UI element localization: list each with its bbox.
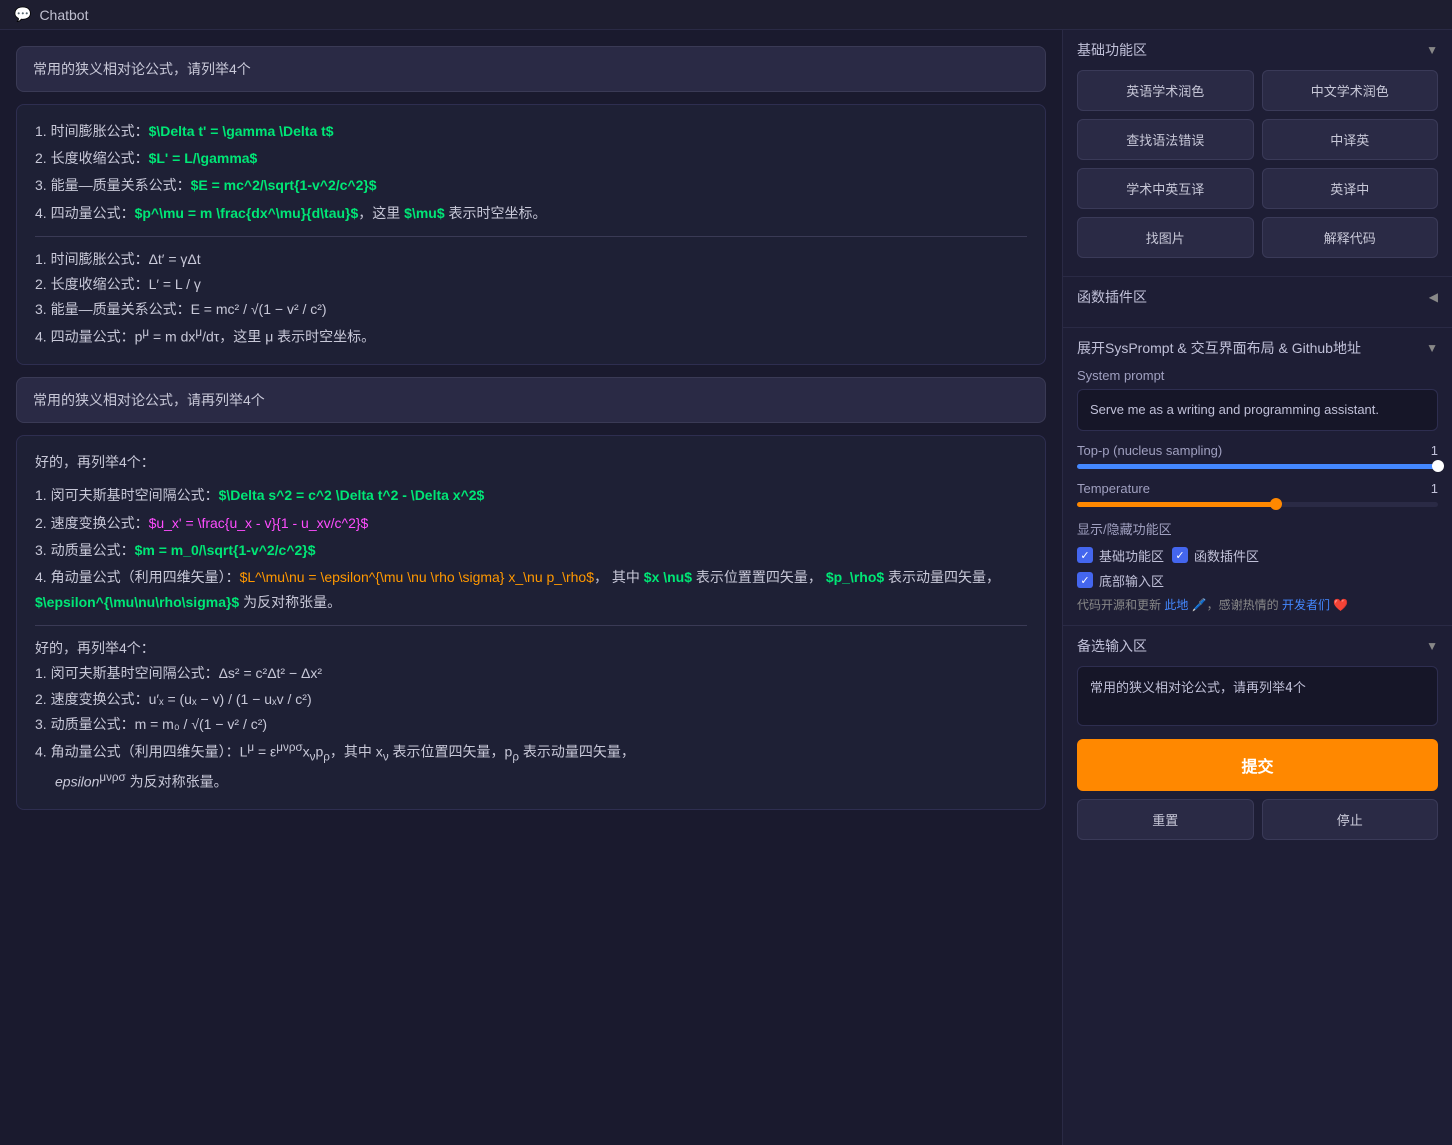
formula-green-2: $L' = L/\gamma$ xyxy=(149,150,258,166)
sysprompt-header[interactable]: 展开SysPrompt & 交互界面布局 & Github地址 ▼ xyxy=(1077,338,1438,358)
temperature-value: 1 xyxy=(1431,481,1438,496)
assistant-message-2: 好的，再列举4个： 1. 闵可夫斯基时空间隔公式：$\Delta s^2 = c… xyxy=(16,435,1046,810)
backup-arrow: ▼ xyxy=(1426,639,1438,653)
user-message-2: 常用的狭义相对论公式，请再列举4个 xyxy=(16,377,1046,423)
btn-academic-translate[interactable]: 学术中英互译 xyxy=(1077,168,1254,209)
checkbox-plugin-label: 函数插件区 xyxy=(1194,546,1259,565)
assistant-message-1: 1. 时间膨胀公式：$\Delta t' = \gamma \Delta t$ … xyxy=(16,104,1046,365)
btn-en-to-zh[interactable]: 英译中 xyxy=(1262,168,1439,209)
main-layout: 常用的狭义相对论公式，请列举4个 1. 时间膨胀公式：$\Delta t' = … xyxy=(0,30,1452,1145)
footer-link2[interactable]: 开发者们 xyxy=(1282,598,1330,612)
formula-line-2: 2. 长度收缩公式：$L' = L/\gamma$ xyxy=(35,146,1027,171)
rendered-2: 好的，再列举4个： 1. 闵可夫斯基时空间隔公式：Δs² = c²Δt² − Δ… xyxy=(35,636,1027,795)
backup-section: 备选输入区 ▼ 常用的狭义相对论公式，请再列举4个 提交 重置 停止 xyxy=(1063,626,1452,850)
chat-area: 常用的狭义相对论公式，请列举4个 1. 时间膨胀公式：$\Delta t' = … xyxy=(0,30,1062,1145)
checkbox-basic-box: ✓ xyxy=(1077,547,1093,563)
top-p-row: Top-p (nucleus sampling) 1 xyxy=(1077,443,1438,458)
plugin-title: 函数插件区 xyxy=(1077,287,1147,307)
btn-chinese-polish[interactable]: 中文学术润色 xyxy=(1262,70,1439,111)
formula-green-3: $E = mc^2/\sqrt{1-v^2/c^2}$ xyxy=(191,177,377,193)
checkbox-plugin-box: ✓ xyxy=(1172,547,1188,563)
user-message-1: 常用的狭义相对论公式，请列举4个 xyxy=(16,46,1046,92)
checkbox-bottom[interactable]: ✓ 底部输入区 xyxy=(1077,571,1164,590)
topbar-title: Chatbot xyxy=(39,7,88,23)
checkbox-basic-label: 基础功能区 xyxy=(1099,546,1164,565)
footer-heart: ❤️ xyxy=(1333,598,1348,612)
btn-explain-code[interactable]: 解释代码 xyxy=(1262,217,1439,258)
temperature-slider-container[interactable] xyxy=(1077,502,1438,507)
system-prompt-label: System prompt xyxy=(1077,368,1438,383)
btn-english-polish[interactable]: 英语学术润色 xyxy=(1077,70,1254,111)
footer-text: 代码开源和更新 xyxy=(1077,598,1161,612)
sidebar: 基础功能区 ▼ 英语学术润色 中文学术润色 查找语法错误 中译英 学术中英互译 … xyxy=(1062,30,1452,1145)
checkbox-bottom-label: 底部输入区 xyxy=(1099,571,1164,590)
footer-link[interactable]: 此地 xyxy=(1164,598,1188,612)
sysprompt-arrow: ▼ xyxy=(1426,341,1438,355)
btn-zh-to-en[interactable]: 中译英 xyxy=(1262,119,1439,160)
topbar: 💬 Chatbot xyxy=(0,0,1452,30)
backup-title: 备选输入区 xyxy=(1077,636,1147,656)
footer-suffix: 🖊️，感谢热情的 xyxy=(1192,598,1279,612)
top-p-fill xyxy=(1077,464,1438,469)
bottom-btns: 重置 停止 xyxy=(1077,799,1438,840)
backup-header[interactable]: 备选输入区 ▼ xyxy=(1077,636,1438,656)
plugin-arrow: ◀ xyxy=(1429,290,1438,304)
formula-line-3: 3. 能量—质量关系公式：$E = mc^2/\sqrt{1-v^2/c^2}$ xyxy=(35,173,1027,198)
btn-grammar-check[interactable]: 查找语法错误 xyxy=(1077,119,1254,160)
reset-button[interactable]: 重置 xyxy=(1077,799,1254,840)
plugin-header[interactable]: 函数插件区 ◀ xyxy=(1077,287,1438,307)
temperature-track xyxy=(1077,502,1438,507)
checkbox-row-2: ✓ 底部输入区 xyxy=(1077,571,1438,590)
sysprompt-title: 展开SysPrompt & 交互界面布局 & Github地址 xyxy=(1077,338,1361,358)
checkbox-plugin[interactable]: ✓ 函数插件区 xyxy=(1172,546,1259,565)
checkbox-bottom-box: ✓ xyxy=(1077,572,1093,588)
temperature-row: Temperature 1 xyxy=(1077,481,1438,496)
formula-line-5: 1. 闵可夫斯基时空间隔公式：$\Delta s^2 = c^2 \Delta … xyxy=(35,483,1027,508)
user-message-2-text: 常用的狭义相对论公式，请再列举4个 xyxy=(33,392,265,408)
top-p-track xyxy=(1077,464,1438,469)
basic-functions-section: 基础功能区 ▼ 英语学术润色 中文学术润色 查找语法错误 中译英 学术中英互译 … xyxy=(1063,30,1452,277)
submit-button[interactable]: 提交 xyxy=(1077,739,1438,791)
checkbox-row-1: ✓ 基础功能区 ✓ 函数插件区 xyxy=(1077,546,1438,565)
basic-functions-header[interactable]: 基础功能区 ▼ xyxy=(1077,40,1438,60)
plugin-section: 函数插件区 ◀ xyxy=(1063,277,1452,328)
checkbox-basic[interactable]: ✓ 基础功能区 xyxy=(1077,546,1164,565)
basic-functions-arrow: ▼ xyxy=(1426,43,1438,57)
footer-links: 代码开源和更新 此地 🖊️，感谢热情的 开发者们 ❤️ xyxy=(1077,596,1438,615)
btn-find-image[interactable]: 找图片 xyxy=(1077,217,1254,258)
show-hide-label: 显示/隐藏功能区 xyxy=(1077,519,1438,538)
basic-btn-grid: 英语学术润色 中文学术润色 查找语法错误 中译英 学术中英互译 英译中 找图片 … xyxy=(1077,70,1438,258)
basic-functions-title: 基础功能区 xyxy=(1077,40,1147,60)
sysprompt-section: 展开SysPrompt & 交互界面布局 & Github地址 ▼ System… xyxy=(1063,328,1452,626)
formula-green-1: $\Delta t' = \gamma \Delta t$ xyxy=(149,123,334,139)
top-p-value: 1 xyxy=(1431,443,1438,458)
user-message-1-text: 常用的狭义相对论公式，请列举4个 xyxy=(33,61,251,77)
backup-input[interactable]: 常用的狭义相对论公式，请再列举4个 xyxy=(1077,666,1438,726)
top-p-thumb[interactable] xyxy=(1432,460,1444,472)
formula-line-7: 3. 动质量公式：$m = m_0/\sqrt{1-v^2/c^2}$ xyxy=(35,538,1027,563)
stop-button[interactable]: 停止 xyxy=(1262,799,1439,840)
top-p-label: Top-p (nucleus sampling) xyxy=(1077,443,1222,458)
response-intro: 好的，再列举4个： xyxy=(35,450,1027,475)
divider-2 xyxy=(35,625,1027,626)
rendered-1: 1. 时间膨胀公式：Δt′ = γΔt 2. 长度收缩公式：L′ = L / γ… xyxy=(35,247,1027,350)
chat-icon: 💬 xyxy=(14,6,31,23)
temperature-fill xyxy=(1077,502,1276,507)
top-p-slider-container[interactable] xyxy=(1077,464,1438,469)
temperature-thumb[interactable] xyxy=(1270,498,1282,510)
formula-green-4: $p^\mu = m \frac{dx^\mu}{d\tau}$ xyxy=(135,205,359,221)
formula-line-4: 4. 四动量公式：$p^\mu = m \frac{dx^\mu}{d\tau}… xyxy=(35,201,1027,226)
temperature-label: Temperature xyxy=(1077,481,1150,496)
system-prompt-box[interactable]: Serve me as a writing and programming as… xyxy=(1077,389,1438,431)
formula-line-8: 4. 角动量公式（利用四维矢量）：$L^\mu\nu = \epsilon^{\… xyxy=(35,565,1027,615)
formula-line-1: 1. 时间膨胀公式：$\Delta t' = \gamma \Delta t$ xyxy=(35,119,1027,144)
formula-line-6: 2. 速度变换公式：$u_x' = \frac{u_x - v}{1 - u_x… xyxy=(35,511,1027,536)
divider-1 xyxy=(35,236,1027,237)
